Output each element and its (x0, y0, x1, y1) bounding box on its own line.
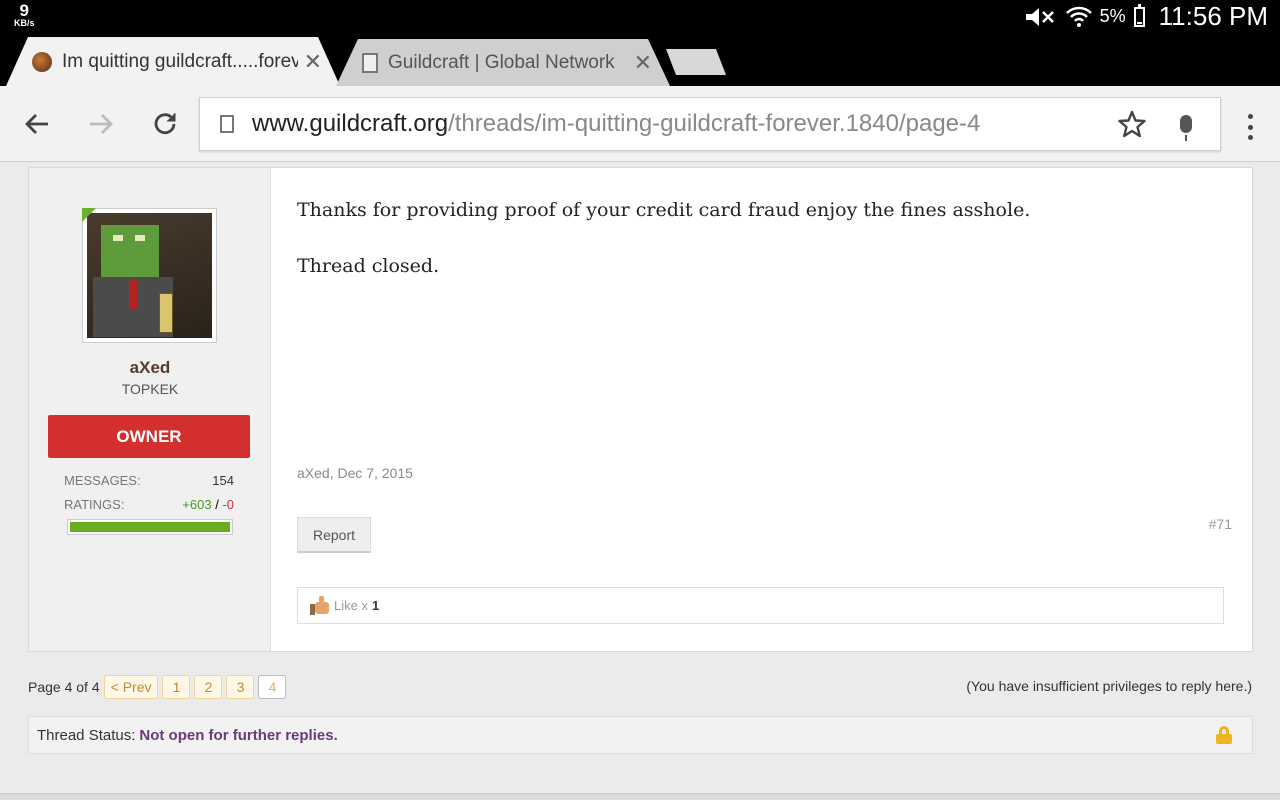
forum-post: aXed TOPKEK OWNER MESSAGES: 154 RATINGS:… (28, 167, 1253, 652)
rating-separator: / (215, 497, 219, 512)
thread-status-label: Thread Status: (37, 726, 136, 744)
message-paragraph: Thread closed. (297, 255, 440, 277)
tab-title: Im quitting guildcraft.....forever (62, 50, 298, 72)
online-badge-icon (82, 208, 96, 222)
url-domain: www.guildcraft.org (252, 110, 449, 137)
rating-bar (67, 519, 233, 535)
orc-favicon-icon (32, 51, 52, 72)
footer-divider (0, 793, 1280, 800)
rating-bar-fill (70, 522, 230, 532)
network-speed-value: 9 (19, 1, 29, 20)
report-button[interactable]: Report (297, 517, 371, 553)
new-tab-button[interactable] (666, 49, 726, 75)
message-body: Thanks for providing proof of your credi… (297, 196, 1197, 308)
message-paragraph: Thanks for providing proof of your credi… (297, 199, 1031, 221)
user-title: TOPKEK (121, 381, 179, 397)
star-icon[interactable] (1112, 104, 1152, 144)
clock: 11:56 PM (1158, 1, 1268, 31)
android-status-bar: 9 KB/s 5% 11:56 PM (0, 0, 1280, 33)
stat-label: RATINGS: (64, 497, 125, 512)
thread-status-bar: Thread Status: Not open for further repl… (28, 716, 1253, 754)
prev-page-button[interactable]: < Prev (103, 675, 159, 699)
stat-ratings: RATINGS: +603 / -0 (64, 497, 234, 512)
lock-icon (1216, 726, 1232, 744)
stat-messages: MESSAGES: 154 (64, 473, 234, 488)
rating-positive: +603 (182, 497, 212, 512)
tab-strip: Im quitting guildcraft.....forever ✕ Gui… (0, 33, 1280, 86)
back-icon[interactable] (19, 106, 55, 142)
like-label: Like x (334, 598, 368, 613)
ratings-values: +603 / -0 (182, 497, 234, 512)
status-icons: 5% 11:56 PM (1024, 0, 1268, 33)
menu-icon[interactable] (1240, 114, 1260, 140)
user-info-panel: aXed TOPKEK OWNER MESSAGES: 154 RATINGS:… (29, 168, 271, 651)
stat-label: MESSAGES: (64, 473, 141, 488)
close-tab-icon[interactable]: ✕ (304, 49, 322, 75)
avatar-image (87, 213, 212, 338)
url-text[interactable]: www.guildcraft.org/threads/im-quitting-g… (252, 110, 1112, 138)
network-speed: 9 KB/s (14, 2, 35, 28)
page-navigation: Page 4 of 4 < Prev 1 2 3 4 (28, 675, 287, 699)
post-meta[interactable]: aXed, Dec 7, 2015 (297, 465, 413, 481)
page-icon (220, 115, 234, 133)
reply-notice: (You have insufficient privileges to rep… (966, 678, 1252, 694)
page-icon (362, 52, 378, 73)
page-button-1[interactable]: 1 (162, 675, 191, 699)
mic-shape (1180, 115, 1192, 141)
tab-title: Guildcraft | Global Network (388, 51, 615, 73)
page-button-2[interactable]: 2 (194, 675, 223, 699)
thread-status-value: Not open for further replies. (139, 726, 338, 744)
like-count[interactable]: 1 (372, 598, 379, 613)
likes-summary: Like x 1 (297, 587, 1224, 624)
close-tab-icon[interactable]: ✕ (634, 50, 652, 76)
rank-banner: OWNER (48, 415, 250, 458)
forward-icon[interactable] (83, 106, 119, 142)
address-bar[interactable]: www.guildcraft.org/threads/im-quitting-g… (199, 97, 1221, 151)
battery-icon (1133, 3, 1145, 27)
post-number[interactable]: #71 (1209, 516, 1232, 532)
rating-negative: -0 (222, 497, 234, 512)
network-speed-unit: KB/s (14, 18, 35, 28)
avatar[interactable] (82, 208, 217, 343)
page-button-4[interactable]: 4 (258, 675, 287, 699)
tab-inactive[interactable]: Guildcraft | Global Network ✕ (336, 39, 670, 86)
mute-icon (1025, 7, 1054, 26)
page-label: Page 4 of 4 (28, 679, 100, 695)
url-path: /threads/im-quitting-guildcraft-forever.… (448, 110, 981, 137)
page-button-3[interactable]: 3 (226, 675, 255, 699)
browser-toolbar: www.guildcraft.org/threads/im-quitting-g… (0, 86, 1280, 162)
stat-value[interactable]: 154 (212, 473, 234, 488)
reload-icon[interactable] (147, 106, 183, 142)
battery-percent: 5% (1099, 6, 1126, 26)
tab-active[interactable]: Im quitting guildcraft.....forever ✕ (6, 37, 340, 86)
mic-icon[interactable] (1166, 104, 1206, 144)
thumbs-up-icon (308, 595, 330, 617)
page-content: aXed TOPKEK OWNER MESSAGES: 154 RATINGS:… (0, 163, 1280, 800)
username[interactable]: aXed (29, 358, 271, 378)
wifi-icon (1065, 6, 1092, 27)
